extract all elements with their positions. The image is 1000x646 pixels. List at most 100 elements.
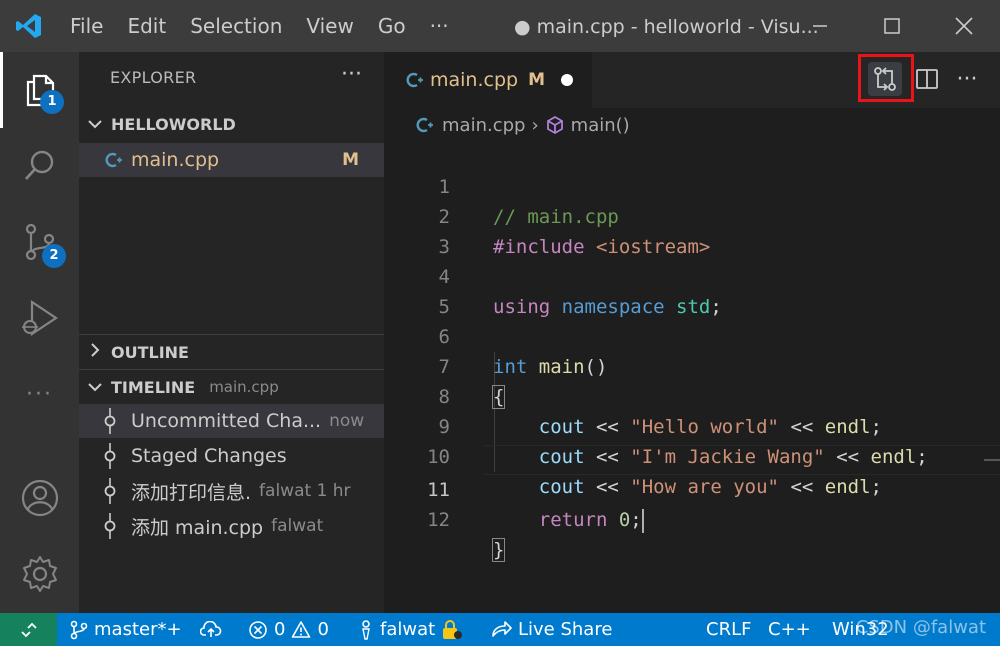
timeline-subtitle: main.cpp	[209, 378, 279, 396]
breadcrumb-symbol[interactable]: main()	[571, 115, 630, 136]
code-editor[interactable]: 1 // main.cpp 2 #include <iostream> 3 4 …	[384, 142, 1000, 613]
outline-section-header[interactable]: OUTLINE	[79, 335, 384, 369]
cpp-file-icon	[105, 151, 123, 169]
close-window-button[interactable]	[928, 0, 1000, 52]
split-editor-button[interactable]	[910, 62, 944, 96]
editor-tab-bar: main.cpp M ···	[384, 52, 1000, 108]
language-mode-button[interactable]: C++	[762, 613, 811, 646]
chevron-down-icon	[79, 115, 111, 133]
code-line: 5	[384, 262, 1000, 318]
timeline-item-label: 添加 main.cpp	[131, 516, 264, 539]
folder-name: HELLOWORLD	[111, 114, 236, 134]
breadcrumb-separator: ›	[531, 114, 539, 136]
activity-explorer[interactable]: 1	[0, 52, 79, 128]
code-token: ;	[630, 509, 642, 531]
menu-edit[interactable]: Edit	[115, 0, 178, 52]
menu-bar: File Edit Selection View Go ···	[58, 0, 461, 52]
timeline-item[interactable]: 添加打印信息. falwat 1 hr	[79, 474, 384, 508]
commit-icon	[97, 443, 123, 469]
cloud-upload-icon	[200, 620, 222, 637]
activity-source-control[interactable]: 2	[0, 204, 79, 280]
run-debug-icon	[21, 299, 58, 337]
timeline-item-meta: now	[329, 411, 365, 431]
code-line: 4 using namespace std;	[384, 232, 1000, 318]
tab-modified-badge: M	[528, 70, 546, 90]
git-branch-icon	[70, 620, 88, 639]
timeline-title: TIMELINE	[111, 377, 196, 397]
unsaved-dot-icon[interactable]	[561, 74, 574, 86]
code-token: 0	[607, 509, 631, 531]
menu-view[interactable]: View	[294, 0, 365, 52]
menu-more[interactable]: ···	[418, 0, 461, 52]
editor-more-button[interactable]: ···	[950, 62, 984, 96]
activity-bar: 1 2 ···	[0, 52, 79, 613]
activity-search[interactable]	[0, 128, 79, 204]
file-name: main.cpp	[131, 149, 220, 171]
branch-name: master*+	[94, 619, 182, 640]
live-share-label: Live Share	[518, 619, 613, 640]
file-item-main-cpp[interactable]: main.cpp M	[79, 143, 384, 177]
activity-more[interactable]: ···	[0, 356, 79, 432]
chevron-down-icon	[79, 378, 111, 396]
maximize-button[interactable]	[856, 0, 928, 52]
code-line: 8 cout << "Hello world" << endl;	[384, 352, 1000, 438]
menu-file[interactable]: File	[58, 0, 115, 52]
eol-label: CRLF	[706, 619, 752, 640]
symbol-method-icon	[545, 115, 565, 135]
split-editor-icon	[916, 69, 938, 89]
account-icon	[21, 479, 58, 517]
eol-button[interactable]: CRLF	[700, 613, 751, 646]
timeline-item[interactable]: 添加 main.cpp falwat	[79, 509, 384, 543]
timeline-item-label: 添加打印信息.	[131, 481, 252, 504]
code-line: 12 }	[384, 475, 1000, 562]
remote-icon	[20, 622, 37, 637]
live-share-icon	[492, 620, 512, 637]
error-count: 0	[274, 619, 286, 640]
chevron-right-icon	[79, 343, 111, 361]
scm-badge: 2	[42, 244, 66, 268]
timeline-item-meta: falwat 1 hr	[259, 481, 351, 501]
user-button[interactable]: falwat	[358, 613, 463, 646]
branch-button[interactable]: master*+	[70, 613, 182, 646]
menu-selection[interactable]: Selection	[178, 0, 294, 52]
minimize-button[interactable]	[784, 0, 856, 52]
outline-title: OUTLINE	[111, 342, 189, 362]
explorer-badge: 1	[40, 90, 64, 114]
sync-button[interactable]	[200, 613, 222, 646]
code-token: return	[493, 509, 608, 531]
cpp-file-icon	[406, 71, 424, 89]
language-label: C++	[768, 619, 811, 640]
activity-manage[interactable]	[0, 536, 79, 612]
timeline-item[interactable]: Uncommitted Cha... now	[79, 404, 384, 438]
code-line: 1 // main.cpp	[384, 142, 1000, 228]
window-title: ● main.cpp - helloworld - Visu...	[514, 16, 819, 38]
tab-label: main.cpp	[430, 69, 519, 91]
remote-indicator-button[interactable]	[0, 613, 57, 646]
breadcrumb-file[interactable]: main.cpp	[442, 115, 525, 136]
user-name: falwat	[380, 619, 436, 640]
timeline-section-header[interactable]: TIMELINE main.cpp	[79, 370, 384, 404]
menu-go[interactable]: Go	[366, 0, 418, 52]
commit-icon	[97, 478, 123, 504]
active-indicator	[0, 52, 3, 128]
timeline-item[interactable]: Staged Changes	[79, 439, 384, 473]
status-bar: master*+ 0 0 falwat Live Share CRLF C++ …	[0, 613, 1000, 646]
code-line: 3	[384, 202, 1000, 258]
live-share-button[interactable]: Live Share	[490, 613, 612, 646]
code-token: }	[491, 538, 506, 562]
search-icon	[24, 150, 53, 180]
tab-main-cpp[interactable]: main.cpp M	[384, 52, 592, 108]
file-modified-badge: M	[342, 150, 359, 170]
watermark: CSDN @falwat	[855, 617, 986, 638]
title-bar: File Edit Selection View Go ··· ● main.c…	[0, 0, 1000, 52]
activity-run-debug[interactable]	[0, 280, 79, 356]
problems-button[interactable]: 0 0	[248, 613, 329, 646]
open-changes-button[interactable]	[868, 62, 902, 96]
ellipsis-icon: ···	[26, 381, 53, 407]
gear-icon	[22, 556, 57, 592]
commit-icon	[97, 513, 123, 539]
activity-accounts[interactable]	[0, 460, 79, 536]
folder-section-header[interactable]: HELLOWORLD	[79, 107, 384, 141]
line-number: 12	[427, 509, 450, 531]
explorer-more-button[interactable]: ···	[341, 62, 362, 87]
